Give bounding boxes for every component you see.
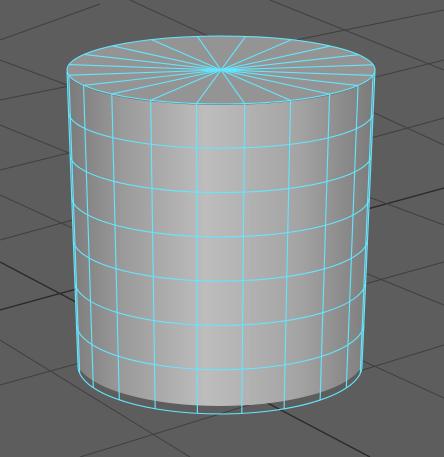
3d-viewport[interactable] [0,0,444,457]
cylinder-mesh[interactable] [66,35,376,415]
grid-line [0,3,101,41]
viewport-canvas[interactable] [0,0,444,457]
